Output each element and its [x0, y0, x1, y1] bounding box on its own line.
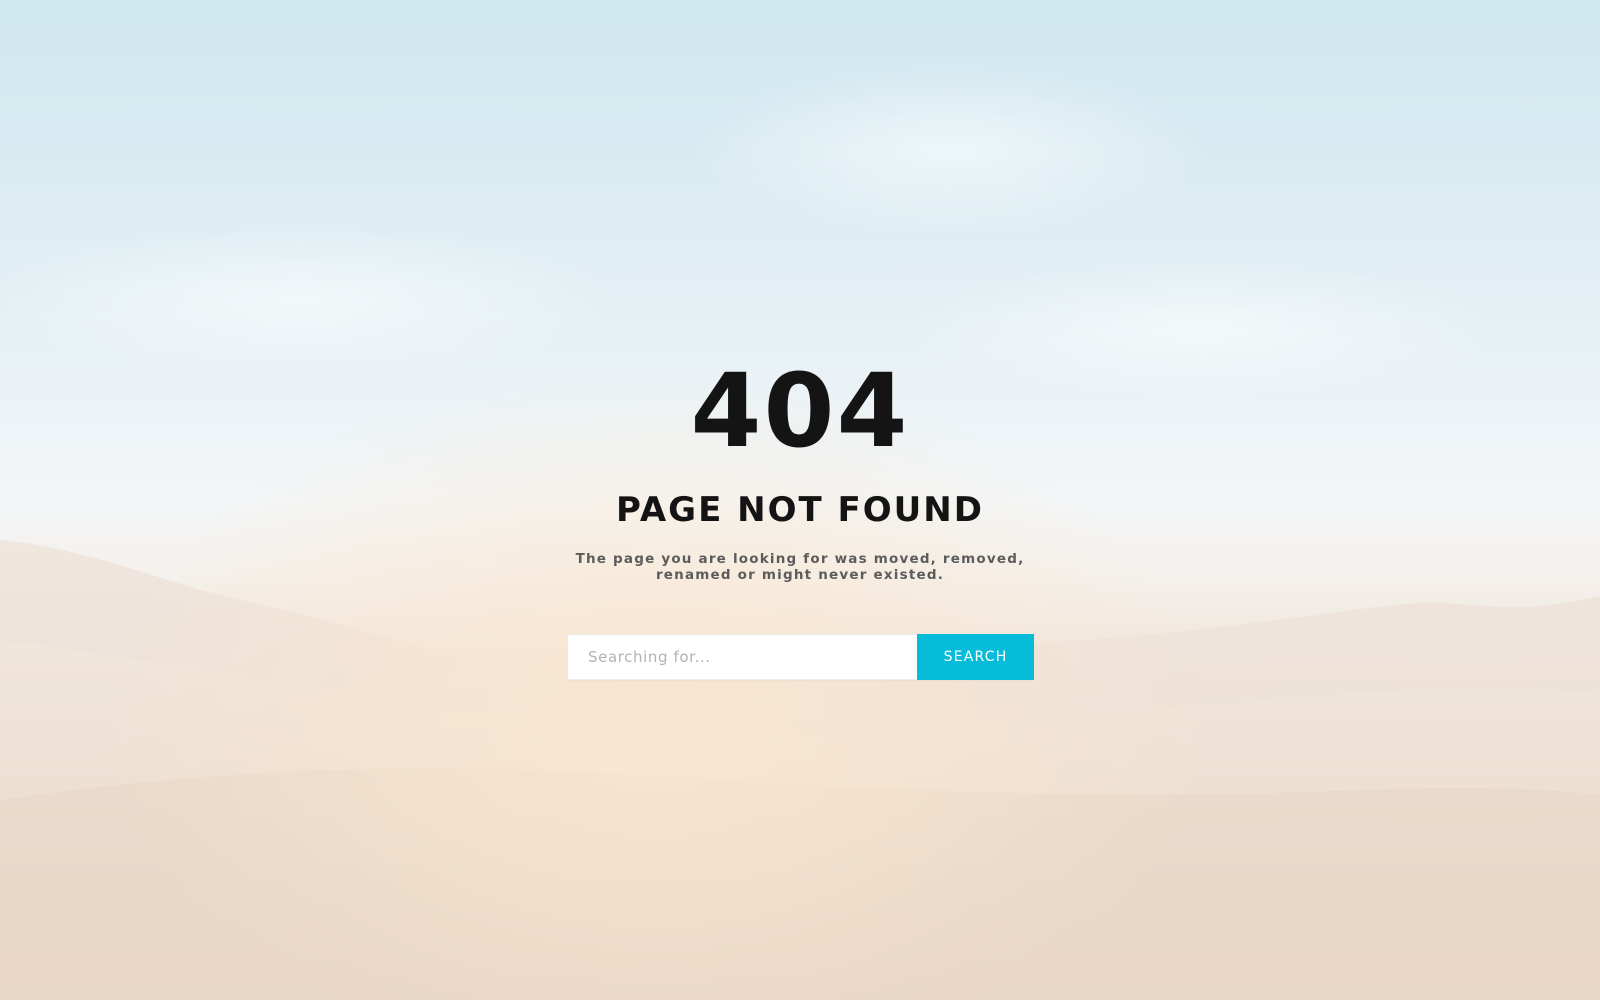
search-form: SEARCH	[567, 634, 1034, 680]
search-input[interactable]	[567, 634, 917, 680]
error-message: The page you are looking for was moved, …	[560, 551, 1040, 583]
search-button[interactable]: SEARCH	[917, 634, 1034, 680]
error-code-heading: 404	[690, 352, 910, 471]
error-message-line-2: renamed or might never existed.	[655, 567, 945, 583]
error-message-line-1: The page you are looking for was moved, …	[575, 551, 1025, 567]
page-not-found-title: PAGE NOT FOUND	[616, 490, 984, 530]
error-page-content: 404 PAGE NOT FOUND The page you are look…	[0, 0, 1600, 1000]
